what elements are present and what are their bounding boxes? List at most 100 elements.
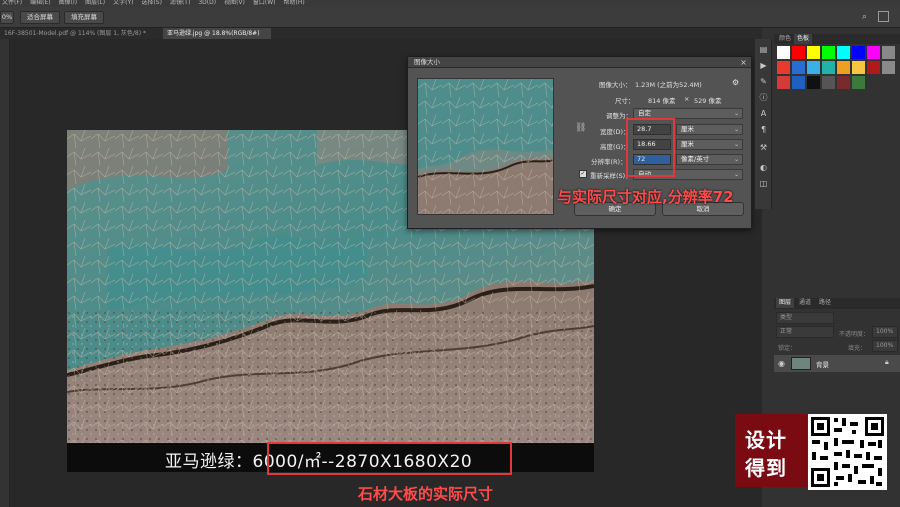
opacity-input[interactable]: 100% [872,326,898,338]
tab-color[interactable]: 颜色 [776,34,794,44]
brush-icon[interactable]: ✎ [759,77,768,86]
layer-row[interactable]: ◉ 背景 🔒︎ [774,355,900,372]
tab-pdf-document[interactable]: 16F-38501-Model.pdf @ 114% (图层 1, 灰色/8) … [0,28,160,39]
color-swatch[interactable] [792,61,805,74]
fit-to-value: 自定 [638,109,651,117]
color-swatch[interactable] [777,46,790,59]
color-swatch[interactable] [852,61,865,74]
tab-label: 16F-38501-Model.pdf @ 114% (图层 1, 灰色/8) … [4,30,146,37]
options-bar: 0% 适合屏幕 填充屏幕 ⌕ [0,7,900,28]
tool-presets-icon[interactable]: ⚒ [759,143,768,152]
resolution-unit: 像素/英寸 [681,155,710,163]
kind-filter-label: 类型 [780,314,793,321]
panel-icon-column: ▤ ▶ ✎ ⓘ A ¶ ⚒ ◐ ◫ [755,39,772,209]
dialog-annotation: 与实际尺寸对应,分辨率72 [557,188,734,206]
menu-item[interactable]: 文件(F) [2,0,22,7]
close-icon[interactable]: × [739,58,748,67]
color-swatch[interactable] [792,76,805,89]
dimensions-label: 尺寸： [615,97,635,105]
menu-item[interactable]: 3D(D) [198,0,216,7]
tab-paths[interactable]: 路径 [816,298,834,308]
menu-item[interactable]: 滤镜(T) [170,0,190,7]
color-swatch[interactable] [822,61,835,74]
color-swatch[interactable] [867,61,880,74]
menu-item[interactable]: 文字(Y) [113,0,133,7]
search-icon[interactable]: ⌕ [862,12,867,22]
gear-icon[interactable]: ⚙ [732,78,739,87]
layer-kind-filter[interactable]: 类型 [776,312,834,324]
caption-annotation: 石材大板的实际尺寸 [358,485,494,503]
color-swatch[interactable] [807,46,820,59]
workspace-icon[interactable] [878,11,889,22]
info-icon[interactable]: ⓘ [759,93,768,102]
color-swatch[interactable] [822,46,835,59]
image-size-label: 图像大小： [599,81,632,89]
fill-screen-button[interactable]: 填充屏幕 [64,11,104,24]
color-swatch[interactable] [807,76,820,89]
menu-item[interactable]: 帮助(H) [284,0,305,7]
eye-icon[interactable]: ◉ [778,359,785,368]
opacity-label: 不透明度： [839,331,870,338]
menu-item[interactable]: 视图(V) [224,0,245,7]
tab-layers[interactable]: 图层 [776,298,795,308]
color-swatch[interactable] [792,46,805,59]
paragraph-icon[interactable]: ¶ [759,125,768,134]
tab-label: 亚马逊绿.jpg @ 18.8%(RGB/8#) [167,30,260,37]
fit-screen-button[interactable]: 适合屏幕 [20,11,60,24]
resample-checkbox[interactable]: ✓ [579,170,587,178]
width-unit: 厘米 [681,125,694,133]
resolution-label: 分辨率(R)： [591,158,627,166]
zoom-level[interactable]: 0% [0,11,14,24]
color-swatch[interactable] [852,46,865,59]
tab-swatches[interactable]: 色板 [794,34,813,44]
menu-item[interactable]: 图层(L) [85,0,105,7]
fill-label: 填充： [848,345,867,352]
menu-item[interactable]: 编辑(E) [30,0,50,7]
caption-highlight-box [267,442,512,475]
type-icon[interactable]: A [759,109,768,118]
chevron-down-icon: ⌄ [733,156,739,163]
qr-code [808,414,887,490]
menu-item[interactable]: 窗口(W) [253,0,276,7]
menu-item[interactable]: 图像(I) [59,0,77,7]
blend-mode-select[interactable]: 正常 [776,326,834,338]
styles-icon[interactable]: ◫ [759,179,768,188]
width-unit-select[interactable]: 厘米 ⌄ [676,124,743,135]
color-swatch[interactable] [837,61,850,74]
adjustments-icon[interactable]: ◐ [759,163,768,172]
chevron-down-icon: ⌄ [733,110,739,117]
lock-icon: 🔒︎ [885,358,889,366]
height-unit-select[interactable]: 厘米 ⌄ [676,139,743,150]
color-swatch[interactable] [777,61,790,74]
logo-line-1: 设计 [745,428,787,452]
document-tabs: 16F-38501-Model.pdf @ 114% (图层 1, 灰色/8) … [0,28,775,39]
play-icon[interactable]: ▶ [759,61,768,70]
swatches-panel-header: 颜色 色板 [774,34,900,44]
fields-highlight-box [626,118,675,177]
color-swatch[interactable] [822,76,835,89]
history-icon[interactable]: ▤ [759,45,768,54]
tab-active-document[interactable]: 亚马逊绿.jpg @ 18.8%(RGB/8#) [163,28,271,39]
menu-item[interactable]: 选择(S) [141,0,162,7]
swatch-grid [774,46,900,90]
color-swatch[interactable] [867,46,880,59]
height-unit: 厘米 [681,140,694,148]
tools-panel [0,39,10,507]
link-icon[interactable]: ⛓ [575,123,586,133]
resolution-unit-select[interactable]: 像素/英寸 ⌄ [676,154,743,165]
color-swatch[interactable] [882,61,895,74]
dialog-preview[interactable] [417,78,554,215]
logo-line-2: 得到 [745,456,787,480]
color-swatch[interactable] [777,76,790,89]
dimensions-height: 529 像素 [694,97,722,105]
color-swatch[interactable] [852,76,865,89]
fill-input[interactable]: 100% [872,340,898,352]
tab-channels[interactable]: 通道 [796,298,814,308]
color-swatch[interactable] [837,46,850,59]
color-swatch[interactable] [807,61,820,74]
brand-logo: 设计 得到 [735,414,807,487]
image-size-value: 1.23M (之前为52.4M) [635,81,702,89]
color-swatch[interactable] [882,46,895,59]
color-swatch[interactable] [837,76,850,89]
chevron-down-icon: ⌄ [733,141,739,148]
